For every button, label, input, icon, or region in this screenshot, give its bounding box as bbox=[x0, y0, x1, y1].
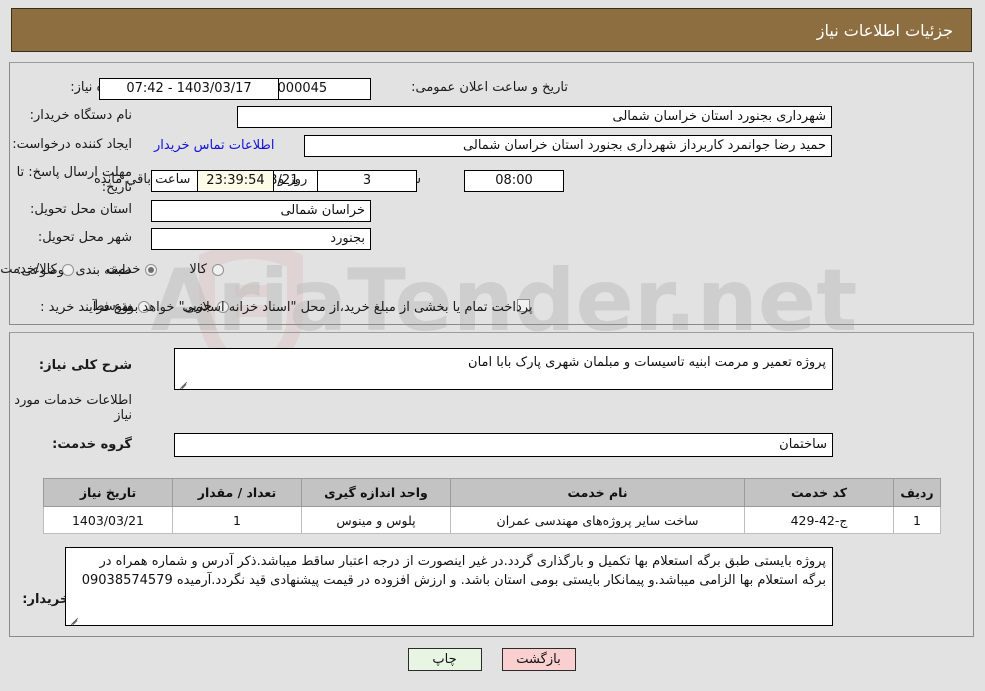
general-desc-label-wrap: شرح کلی نیاز: bbox=[40, 358, 133, 373]
service-group-label: گروه خدمت: bbox=[53, 437, 133, 452]
city-value: بجنورد bbox=[152, 228, 372, 250]
remaining-days-label: روز و bbox=[279, 172, 309, 187]
table-row: 1 ج-42-429 ساخت سایر پروژه‌های مهندسی عم… bbox=[44, 506, 942, 534]
remaining-suffix-label: ساعت باقی مانده bbox=[95, 172, 192, 187]
general-desc-value: پروژه تعمیر و مرمت ابنیه تاسیسات و مبلما… bbox=[469, 355, 827, 370]
service-group-value: ساختمان bbox=[175, 433, 834, 457]
buyer-notes-value: پروژه بایستی طبق برگه استعلام بها تکمیل … bbox=[82, 554, 827, 588]
items-table: ردیف کد خدمت نام خدمت واحد اندازه گیری ت… bbox=[44, 478, 942, 534]
services-heading: اطلاعات خدمات مورد نیاز bbox=[15, 393, 133, 423]
th-index: ردیف bbox=[894, 478, 942, 507]
requester-value: حمید رضا جوانمرد کاربرداز شهرداری بجنورد… bbox=[305, 135, 833, 157]
summary-panel bbox=[10, 62, 975, 325]
remaining-clock-value: 23:39:54 bbox=[198, 170, 275, 192]
print-button[interactable]: چاپ bbox=[408, 648, 483, 671]
category-option-1[interactable]: خدمت bbox=[107, 262, 159, 277]
category-label-0: کالا bbox=[190, 262, 208, 277]
category-radio-0[interactable] bbox=[213, 263, 225, 276]
table-header-row: ردیف کد خدمت نام خدمت واحد اندازه گیری ت… bbox=[44, 478, 942, 507]
cell-quantity: 1 bbox=[173, 506, 303, 534]
buyer-notes-textarea[interactable]: پروژه بایستی طبق برگه استعلام بها تکمیل … bbox=[66, 547, 834, 626]
category-radio-1[interactable] bbox=[146, 263, 159, 276]
th-unit: واحد اندازه گیری bbox=[302, 478, 452, 507]
deadline-time-value: 08:00 bbox=[465, 170, 565, 192]
category-label-2: کالا/خدمت bbox=[1, 262, 58, 277]
remaining-days-value: 3 bbox=[318, 170, 418, 192]
resize-grip-icon[interactable] bbox=[178, 377, 190, 389]
province-label-wrap: استان محل تحویل: bbox=[31, 202, 133, 217]
th-need-date: تاریخ نیاز bbox=[44, 478, 174, 507]
service-group-label-wrap: گروه خدمت: bbox=[53, 437, 133, 452]
page-header-bar: جزئیات اطلاعات نیاز bbox=[12, 8, 973, 52]
announce-datetime-label-wrap: تاریخ و ساعت اعلان عمومی: bbox=[412, 80, 569, 95]
province-label: استان محل تحویل: bbox=[31, 202, 133, 217]
requester-label: ایجاد کننده درخواست: bbox=[13, 137, 133, 152]
treasury-note: پرداخت تمام یا بخشی از مبلغ خرید،از محل … bbox=[119, 300, 534, 315]
resize-grip-icon[interactable] bbox=[69, 613, 81, 625]
category-option-0[interactable]: کالا bbox=[190, 262, 225, 277]
city-label: شهر محل تحویل: bbox=[38, 230, 133, 245]
th-service-name: نام خدمت bbox=[451, 478, 746, 507]
category-radio-2[interactable] bbox=[62, 263, 75, 276]
th-quantity: تعداد / مقدار bbox=[173, 478, 303, 507]
treasury-note-wrap: پرداخت تمام یا بخشی از مبلغ خرید،از محل … bbox=[119, 300, 534, 315]
announce-datetime-value: 1403/03/17 - 07:42 bbox=[100, 78, 280, 100]
th-service-code: کد خدمت bbox=[745, 478, 895, 507]
footer-button-bar: بازگشت چاپ bbox=[0, 648, 985, 671]
announce-datetime-label: تاریخ و ساعت اعلان عمومی: bbox=[412, 80, 569, 95]
buyer-org-label: نام دستگاه خریدار: bbox=[30, 108, 133, 123]
remaining-suffix-label-wrap: ساعت باقی مانده bbox=[95, 172, 191, 187]
category-option-2[interactable]: کالا/خدمت bbox=[1, 262, 75, 277]
province-value: خراسان شمالی bbox=[152, 200, 372, 222]
remaining-days-label-wrap: روز و bbox=[279, 172, 308, 187]
cell-index: 1 bbox=[894, 506, 942, 534]
category-label-1: خدمت bbox=[106, 262, 142, 277]
general-desc-textarea[interactable]: پروژه تعمیر و مرمت ابنیه تاسیسات و مبلما… bbox=[175, 348, 834, 390]
buyer-contact-link-wrap[interactable]: اطلاعات تماس خریدار bbox=[155, 138, 275, 153]
cell-service-code: ج-42-429 bbox=[745, 506, 895, 534]
requester-label-wrap: ایجاد کننده درخواست: bbox=[13, 137, 133, 152]
back-button[interactable]: بازگشت bbox=[502, 648, 577, 671]
cell-service-name: ساخت سایر پروژه‌های مهندسی عمران bbox=[451, 506, 746, 534]
cell-need-date: 1403/03/21 bbox=[44, 506, 174, 534]
city-label-wrap: شهر محل تحویل: bbox=[39, 230, 133, 245]
buyer-org-label-wrap: نام دستگاه خریدار: bbox=[31, 108, 133, 123]
buyer-contact-link[interactable]: اطلاعات تماس خریدار bbox=[155, 138, 275, 153]
general-desc-label: شرح کلی نیاز: bbox=[39, 358, 133, 373]
page-title: جزئیات اطلاعات نیاز bbox=[817, 20, 954, 40]
cell-unit: پلوس و مینوس bbox=[302, 506, 452, 534]
buyer-org-value: شهرداری بجنورد استان خراسان شمالی bbox=[238, 106, 833, 128]
category-radio-group[interactable]: کالا خدمت کالا/خدمت bbox=[0, 262, 225, 277]
